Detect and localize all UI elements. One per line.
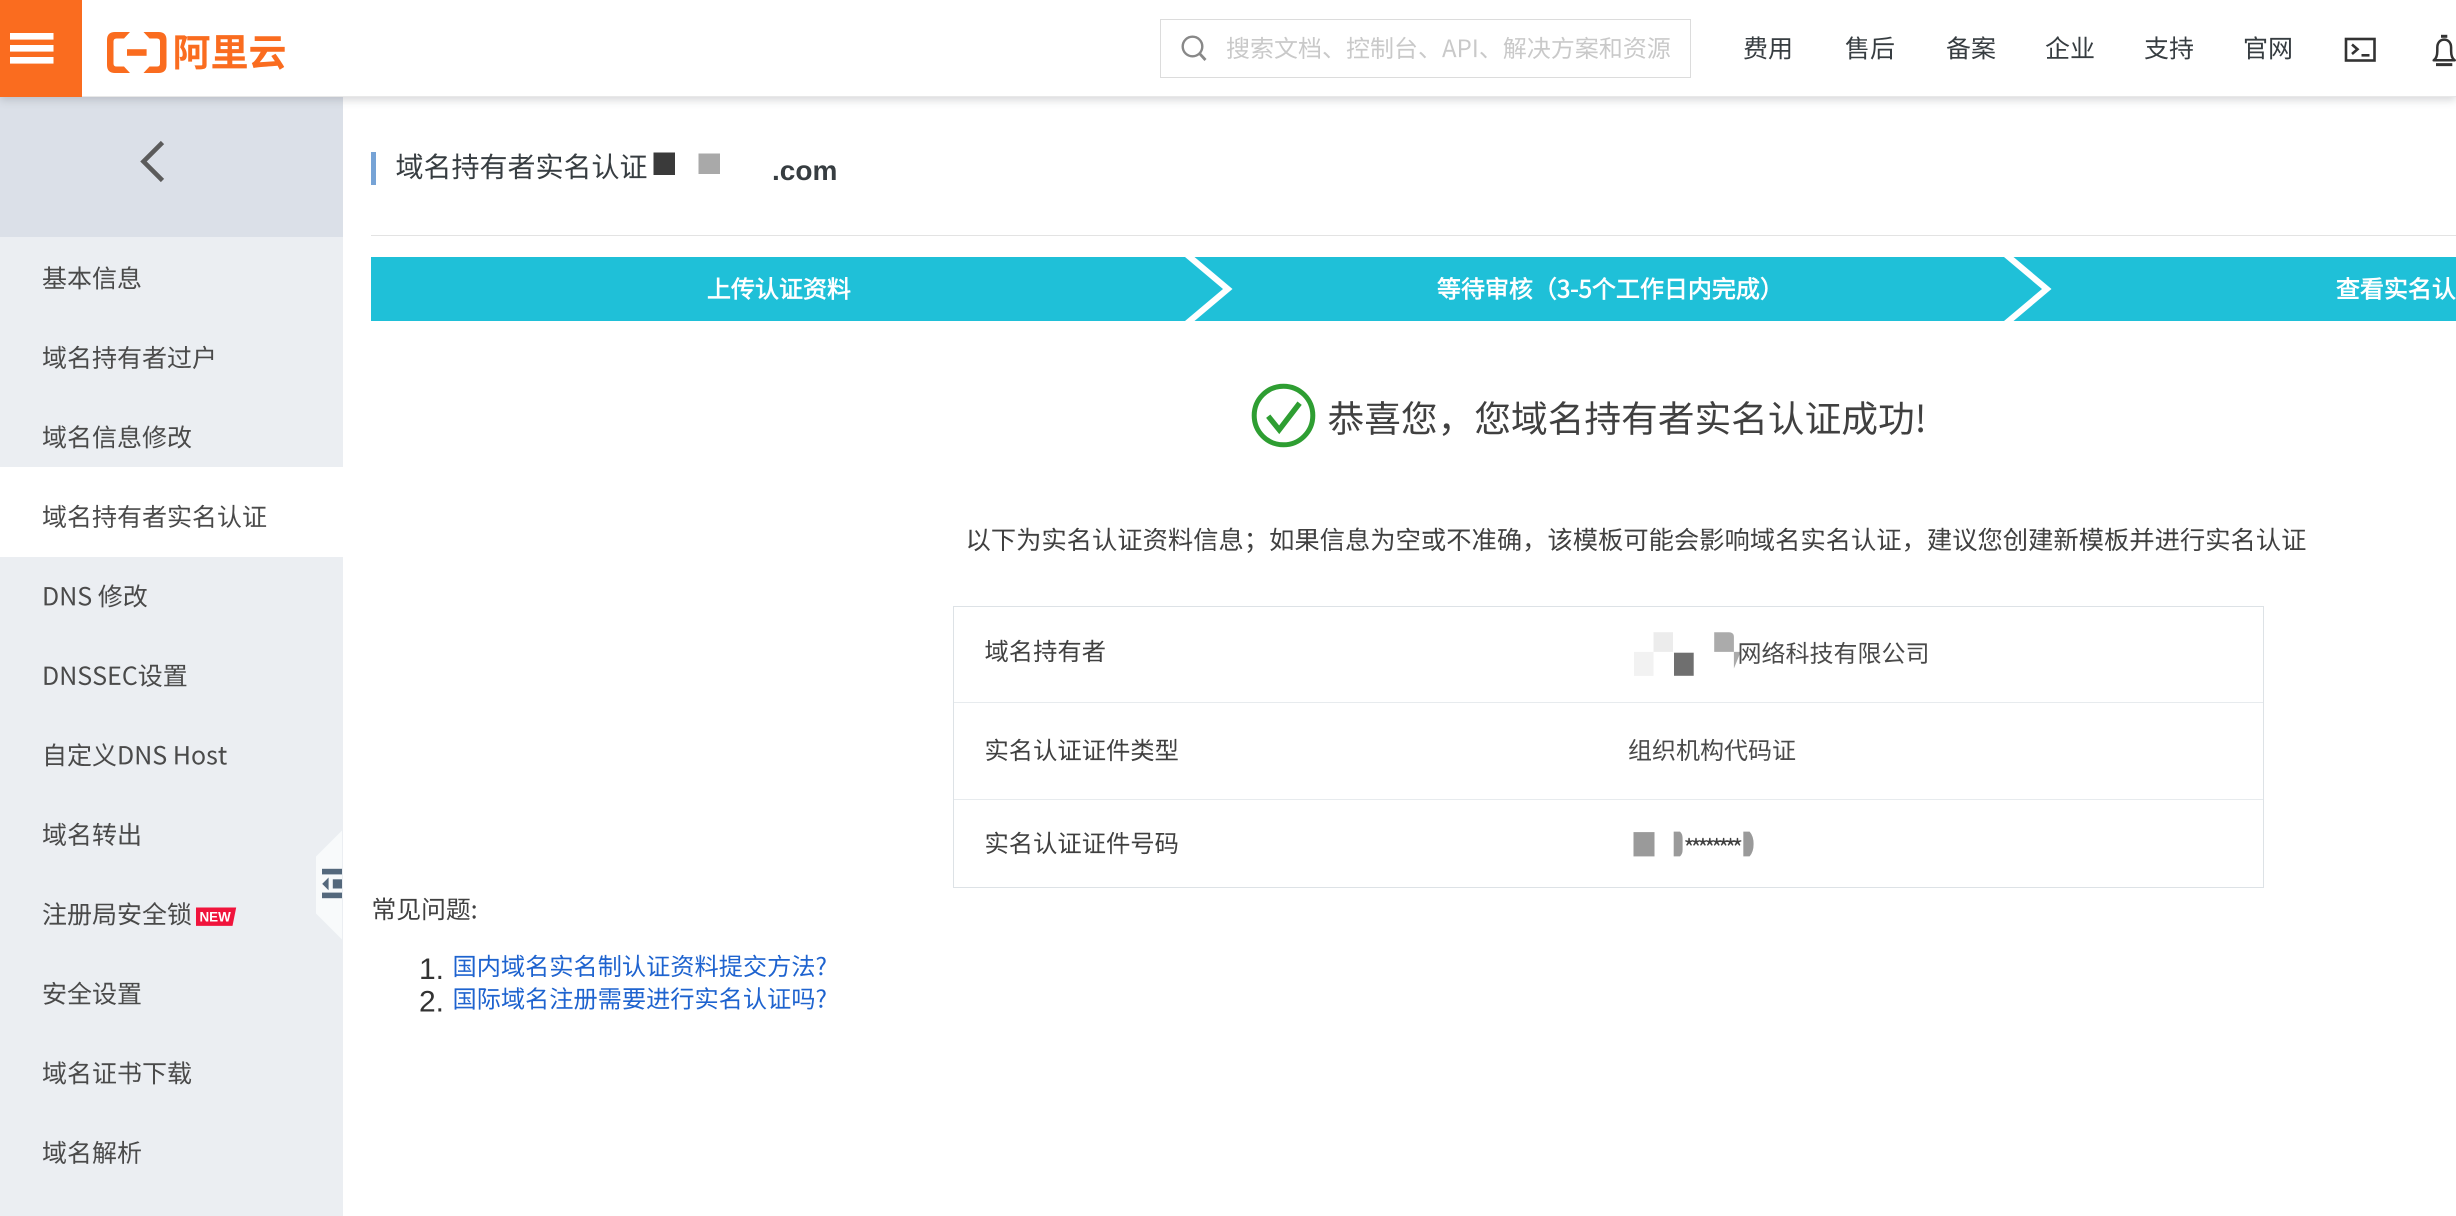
- svg-text:2.: 2.: [419, 985, 444, 1018]
- svg-text:1.: 1.: [419, 953, 444, 986]
- svg-text:NEW: NEW: [200, 909, 232, 924]
- svg-text:.com: .com: [772, 155, 837, 186]
